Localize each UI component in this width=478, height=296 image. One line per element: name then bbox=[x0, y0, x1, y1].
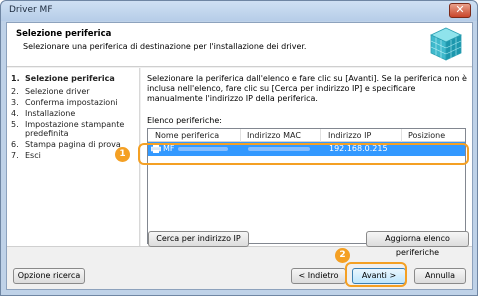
refresh-device-list-button[interactable]: Aggiorna elenco periferiche bbox=[366, 231, 469, 257]
page-title: Selezione periferica bbox=[16, 29, 112, 39]
header-panel: Selezione periferica Selezionare una per… bbox=[7, 23, 472, 67]
window-title: Driver MF bbox=[9, 5, 53, 15]
step-5-cont: predefinita bbox=[25, 129, 69, 138]
step-1: 1. Selezione periferica bbox=[11, 74, 115, 83]
instructions-text: Selezionare la periferica dall'elenco e … bbox=[147, 74, 467, 103]
column-separator bbox=[401, 129, 402, 142]
device-list-label: Elenco periferiche: bbox=[147, 116, 222, 125]
step-2: 2. Selezione driver bbox=[11, 87, 90, 96]
close-button[interactable]: ✕ bbox=[449, 3, 471, 18]
step-7: 7. Esci bbox=[11, 151, 41, 160]
column-device-name[interactable]: Nome periferica bbox=[155, 131, 219, 140]
step-4: 4. Installazione bbox=[11, 109, 76, 118]
callout-badge-2: 2 bbox=[335, 248, 350, 263]
column-separator bbox=[240, 129, 241, 142]
callout-highlight-next bbox=[345, 262, 407, 287]
column-mac-address[interactable]: Indirizzo MAC bbox=[247, 131, 301, 140]
close-icon: ✕ bbox=[455, 3, 465, 16]
title-bar: Driver MF ✕ bbox=[1, 1, 477, 21]
callout-highlight-device bbox=[138, 143, 469, 165]
column-location[interactable]: Posizione bbox=[408, 131, 445, 140]
step-3: 3. Conferma impostazioni bbox=[11, 98, 118, 107]
device-list-header: Nome periferica Indirizzo MAC Indirizzo … bbox=[148, 129, 465, 142]
page-subtitle: Selezionare una periferica di destinazio… bbox=[23, 42, 307, 51]
column-ip-address[interactable]: Indirizzo IP bbox=[328, 131, 371, 140]
column-separator bbox=[320, 129, 321, 142]
callout-badge-1: 1 bbox=[115, 147, 130, 162]
installer-window: Driver MF ✕ Selezione periferica Selezio… bbox=[0, 0, 478, 296]
step-6: 6. Stampa pagina di prova bbox=[11, 140, 121, 149]
cube-icon bbox=[430, 27, 462, 61]
step-5: 5. Impostazione stampante bbox=[11, 120, 125, 129]
search-option-button[interactable]: Opzione ricerca bbox=[13, 268, 85, 284]
cancel-button[interactable]: Annulla bbox=[414, 268, 466, 284]
search-by-ip-button[interactable]: Cerca per indirizzo IP bbox=[148, 231, 249, 247]
back-button[interactable]: < Indietro bbox=[291, 268, 346, 284]
